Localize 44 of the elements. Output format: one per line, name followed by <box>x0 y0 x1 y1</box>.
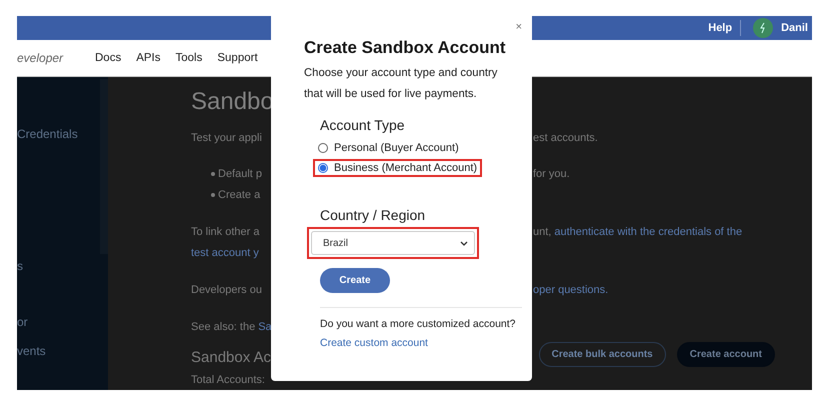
radio-option[interactable]: Business (Merchant Account) <box>318 162 478 174</box>
text-link[interactable]: authenticate with the credentials of the <box>554 226 742 238</box>
sidebar-item[interactable]: Credentials <box>17 127 100 141</box>
body-text: Sandbox Ac <box>191 348 272 366</box>
body-text: Total Accounts: <box>191 374 265 386</box>
close-button[interactable]: × <box>516 22 522 33</box>
text-link[interactable]: test account y <box>191 246 259 258</box>
nav-link[interactable]: Tools <box>176 52 202 64</box>
bullet-icon <box>211 192 215 196</box>
text-link[interactable]: Sa <box>258 320 272 332</box>
user-name[interactable]: Danil <box>781 22 808 34</box>
sidebar-item[interactable]: s <box>17 259 100 273</box>
section-label: Country / Region <box>320 207 426 223</box>
dialog-title: Create Sandbox Account <box>304 38 507 58</box>
nav-link[interactable]: APIs <box>136 52 160 64</box>
dialog-description: Choose your account type and country that will be used for live payments. <box>304 66 498 102</box>
body-text: Test your appli <box>191 132 262 144</box>
help-link[interactable]: Help <box>708 22 732 34</box>
custom-account-link[interactable]: Create custom account <box>320 337 428 349</box>
body-text: Developers ou <box>191 284 262 296</box>
body-text: for you. <box>533 168 570 180</box>
country-select[interactable]: Brazil <box>311 231 475 255</box>
nav-link[interactable]: Support <box>217 52 258 64</box>
chevron-down-icon <box>460 240 468 246</box>
nav-link[interactable]: Docs <box>95 52 122 64</box>
sidebar-item[interactable]: or <box>17 315 100 329</box>
avatar-icon[interactable] <box>753 18 774 38</box>
body-text: To link other a <box>191 226 260 238</box>
body-text: Default p <box>218 168 262 180</box>
page-button[interactable]: Create bulk accounts <box>538 342 666 367</box>
section-label: Account Type <box>320 117 406 133</box>
bullet-icon <box>211 172 215 176</box>
body-text: Create a <box>218 188 260 200</box>
body-text: Sandbo <box>191 88 274 116</box>
page-button[interactable]: Create account <box>676 342 775 367</box>
body-text: est accounts. <box>533 132 598 144</box>
radio-option[interactable]: Personal (Buyer Account) <box>318 142 459 154</box>
sidebar-item[interactable]: vents <box>17 344 100 358</box>
body-text: See also: the <box>191 320 256 332</box>
footer-question: Do you want a more customized account? <box>320 318 517 330</box>
text-link[interactable]: oper questions. <box>533 284 608 296</box>
body-text: unt, <box>533 226 552 238</box>
brand-logo[interactable]: eveloper <box>17 50 95 65</box>
create-button[interactable]: Create <box>320 268 390 293</box>
